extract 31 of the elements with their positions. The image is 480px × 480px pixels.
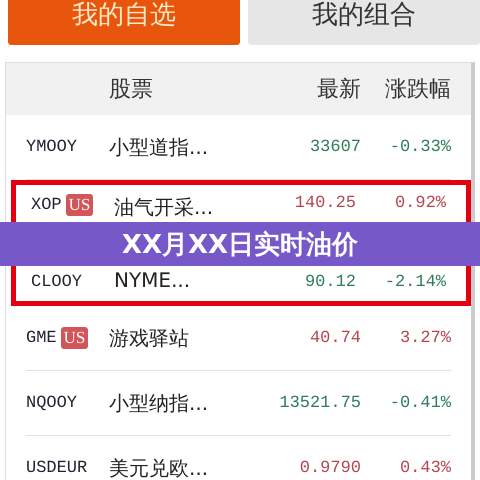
stock-name: NYME...	[114, 268, 192, 292]
price-cell-text: 40.74	[308, 328, 361, 348]
change-cell-text: -2.14%	[384, 273, 446, 292]
stock-code: XOP	[31, 196, 62, 214]
change-cell-text: 0.92%	[394, 194, 446, 213]
stock-name: 美元兑欧...	[109, 454, 210, 480]
tab[interactable]: 我的组合	[248, 0, 480, 45]
price-cell-text: 13521.75	[278, 394, 361, 412]
change-cell-text: 3.27%	[398, 328, 451, 348]
change-cell-text: 0.43%	[398, 458, 451, 478]
stock-code: CLOOY	[31, 273, 82, 292]
price-cell-text: 90.12	[304, 273, 356, 292]
stock-name: 游戏驿站	[109, 324, 190, 352]
stock-code: YMOOY	[26, 138, 78, 156]
stock-code: NQOOY	[26, 394, 78, 412]
price-cell-text: 33607	[308, 138, 361, 156]
column-header: 涨跌幅	[384, 76, 451, 104]
market-badge: US	[66, 194, 94, 216]
price-cell-text: 0.9790	[298, 458, 361, 478]
change-cell-text: -0.33%	[388, 138, 451, 156]
market-badge: US	[60, 327, 88, 349]
column-header: 股票	[109, 76, 154, 104]
column-header: 最新	[316, 76, 361, 104]
stock-code: GME	[26, 328, 57, 348]
stock-name: 小型纳指...	[109, 390, 210, 416]
banner-title: XX月XX日实时油价	[122, 228, 358, 262]
price-cell-text: 140.25	[294, 194, 356, 213]
stock-name: 油气开采...	[114, 194, 214, 221]
stock-code: USDEUR	[26, 458, 88, 478]
stock-name: 小型道指...	[109, 134, 210, 160]
change-cell-text: -0.41%	[388, 394, 451, 412]
